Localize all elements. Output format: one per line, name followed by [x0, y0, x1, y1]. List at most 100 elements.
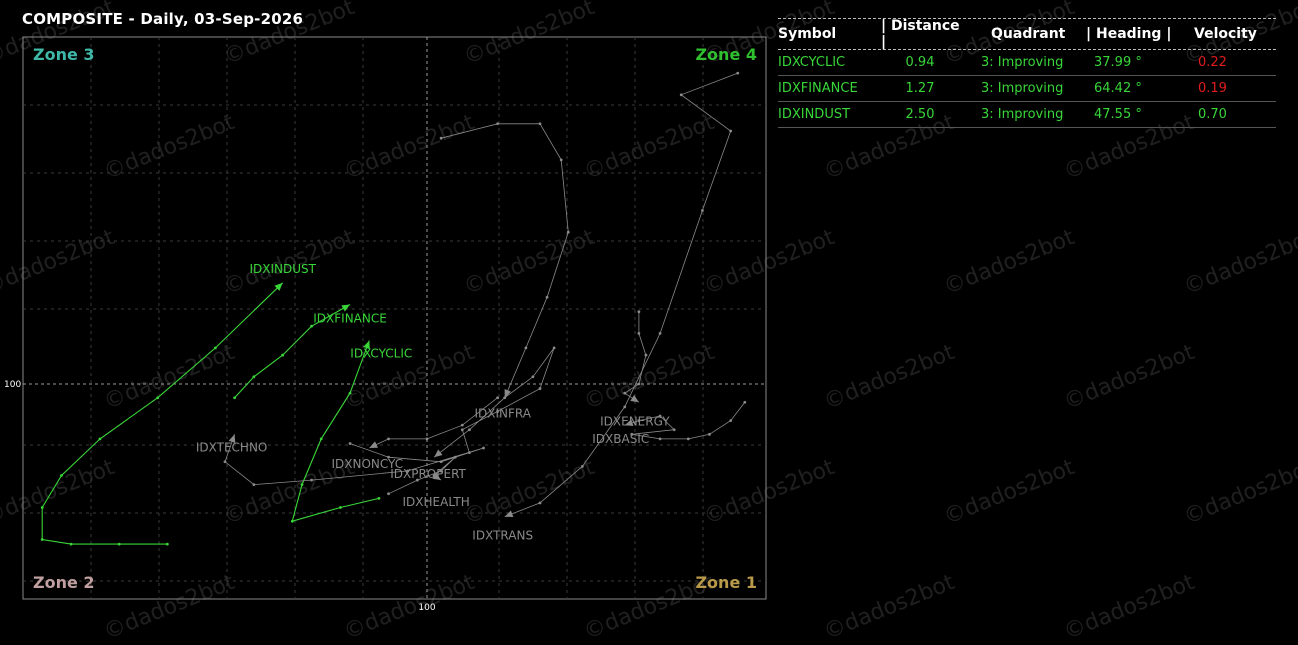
series-label: IDXFINANCE: [313, 311, 387, 325]
series-point: [453, 455, 457, 459]
y-tick-label: 100: [4, 380, 21, 390]
series-idxtrans: IDXTRANS: [472, 71, 740, 543]
series-idxindust: IDXINDUST: [40, 262, 317, 546]
series-label: IDXTECHNO: [196, 440, 268, 454]
cell-velocity: 0.19: [1198, 81, 1227, 96]
series-line: [433, 347, 555, 458]
series-point: [729, 419, 733, 422]
cell-symbol: IDXCYCLIC: [778, 55, 846, 70]
series-point: [637, 331, 641, 335]
zone-2-label: Zone 2: [33, 573, 95, 592]
series-point: [637, 310, 641, 314]
series-point: [658, 331, 662, 335]
series-line: [291, 340, 380, 522]
series-line: [369, 397, 498, 449]
table-row[interactable]: IDXINDUST 2.50 3: Improving 47.55 ° 0.70: [778, 102, 1276, 128]
series-point: [686, 437, 690, 441]
series-point: [339, 506, 342, 509]
cell-heading: 37.99 °: [1094, 55, 1142, 70]
series-point: [736, 71, 740, 75]
series-label: IDXHEALTH: [403, 495, 470, 509]
series-point: [165, 542, 169, 546]
series-point: [415, 478, 419, 482]
series-point: [743, 400, 747, 404]
series-point: [482, 446, 485, 450]
cell-heading: 47.55 °: [1094, 107, 1142, 122]
series-point: [729, 129, 733, 133]
series-label: IDXCYCLIC: [350, 347, 412, 361]
series-point: [387, 437, 390, 441]
series-point: [467, 451, 471, 455]
header-quadrant: Quadrant: [991, 26, 1066, 42]
series-point: [580, 464, 584, 468]
series-point: [708, 432, 711, 436]
zone-1-label: Zone 1: [695, 573, 757, 592]
cell-symbol: IDXINDUST: [778, 107, 851, 122]
series-point: [467, 428, 471, 432]
series-point: [300, 483, 304, 487]
series-point: [117, 542, 121, 546]
header-heading: | Heading |: [1086, 26, 1172, 42]
series-point: [310, 478, 313, 482]
series-line: [41, 282, 284, 545]
plot-area: [22, 36, 767, 600]
series-label: IDXBASIC: [592, 432, 649, 446]
series-arrow: [630, 395, 639, 403]
series-point: [566, 230, 570, 234]
series-point: [545, 295, 549, 299]
series-point: [69, 542, 73, 546]
series-point: [377, 496, 381, 500]
series-point: [658, 437, 662, 441]
series-point: [637, 382, 641, 386]
series-point: [623, 405, 627, 409]
series-point: [387, 492, 390, 496]
cell-velocity: 0.22: [1198, 55, 1227, 70]
series-point: [531, 375, 535, 379]
series-point: [538, 387, 542, 390]
series-point: [460, 428, 464, 432]
series-point: [223, 460, 227, 464]
series-point: [524, 346, 528, 350]
series-point: [252, 375, 256, 379]
zone-3-label: Zone 3: [33, 45, 95, 64]
series-point: [40, 538, 44, 541]
cell-distance: 2.50: [905, 107, 935, 122]
series-point: [252, 483, 256, 487]
cell-distance: 1.27: [905, 81, 935, 96]
cell-quadrant: 3: Improving: [981, 107, 1064, 122]
header-distance: | Distance |: [881, 18, 960, 50]
cell-heading: 64.42 °: [1094, 81, 1142, 96]
series-point: [644, 353, 648, 357]
series-point: [552, 346, 556, 350]
series-point: [559, 158, 563, 162]
series-idxcyclic: IDXCYCLIC: [290, 340, 412, 523]
series-point: [60, 474, 63, 477]
series-arrow: [504, 510, 514, 517]
cell-quadrant: 3: Improving: [981, 81, 1064, 96]
series-point: [319, 437, 323, 441]
series-label: IDXINDUST: [249, 262, 316, 276]
series-point: [623, 391, 627, 395]
series-point: [538, 501, 542, 505]
zone-4-label: Zone 4: [695, 45, 757, 64]
series-label: IDXPROPERT: [390, 467, 466, 481]
grid: [23, 37, 766, 599]
series-point: [672, 428, 676, 432]
series-point: [439, 136, 443, 140]
series-point: [425, 437, 429, 441]
header-symbol: Symbol: [778, 26, 837, 42]
series-point: [290, 519, 294, 523]
series-point: [348, 442, 352, 445]
series-point: [679, 93, 683, 97]
series-label: IDXINFRA: [474, 407, 531, 421]
cell-distance: 0.94: [905, 55, 935, 70]
metrics-table: Symbol | Distance | Quadrant | Heading |…: [778, 18, 1276, 128]
series-point: [281, 353, 285, 357]
cell-symbol: IDXFINANCE: [778, 81, 858, 96]
series-point: [439, 469, 443, 473]
table-row[interactable]: IDXCYCLIC 0.94 3: Improving 37.99 ° 0.22: [778, 50, 1276, 76]
table-row[interactable]: IDXFINANCE 1.27 3: Improving 64.42 ° 0.1…: [778, 76, 1276, 102]
series-point: [40, 506, 44, 509]
cell-quadrant: 3: Improving: [981, 55, 1064, 70]
series-point: [538, 122, 542, 126]
